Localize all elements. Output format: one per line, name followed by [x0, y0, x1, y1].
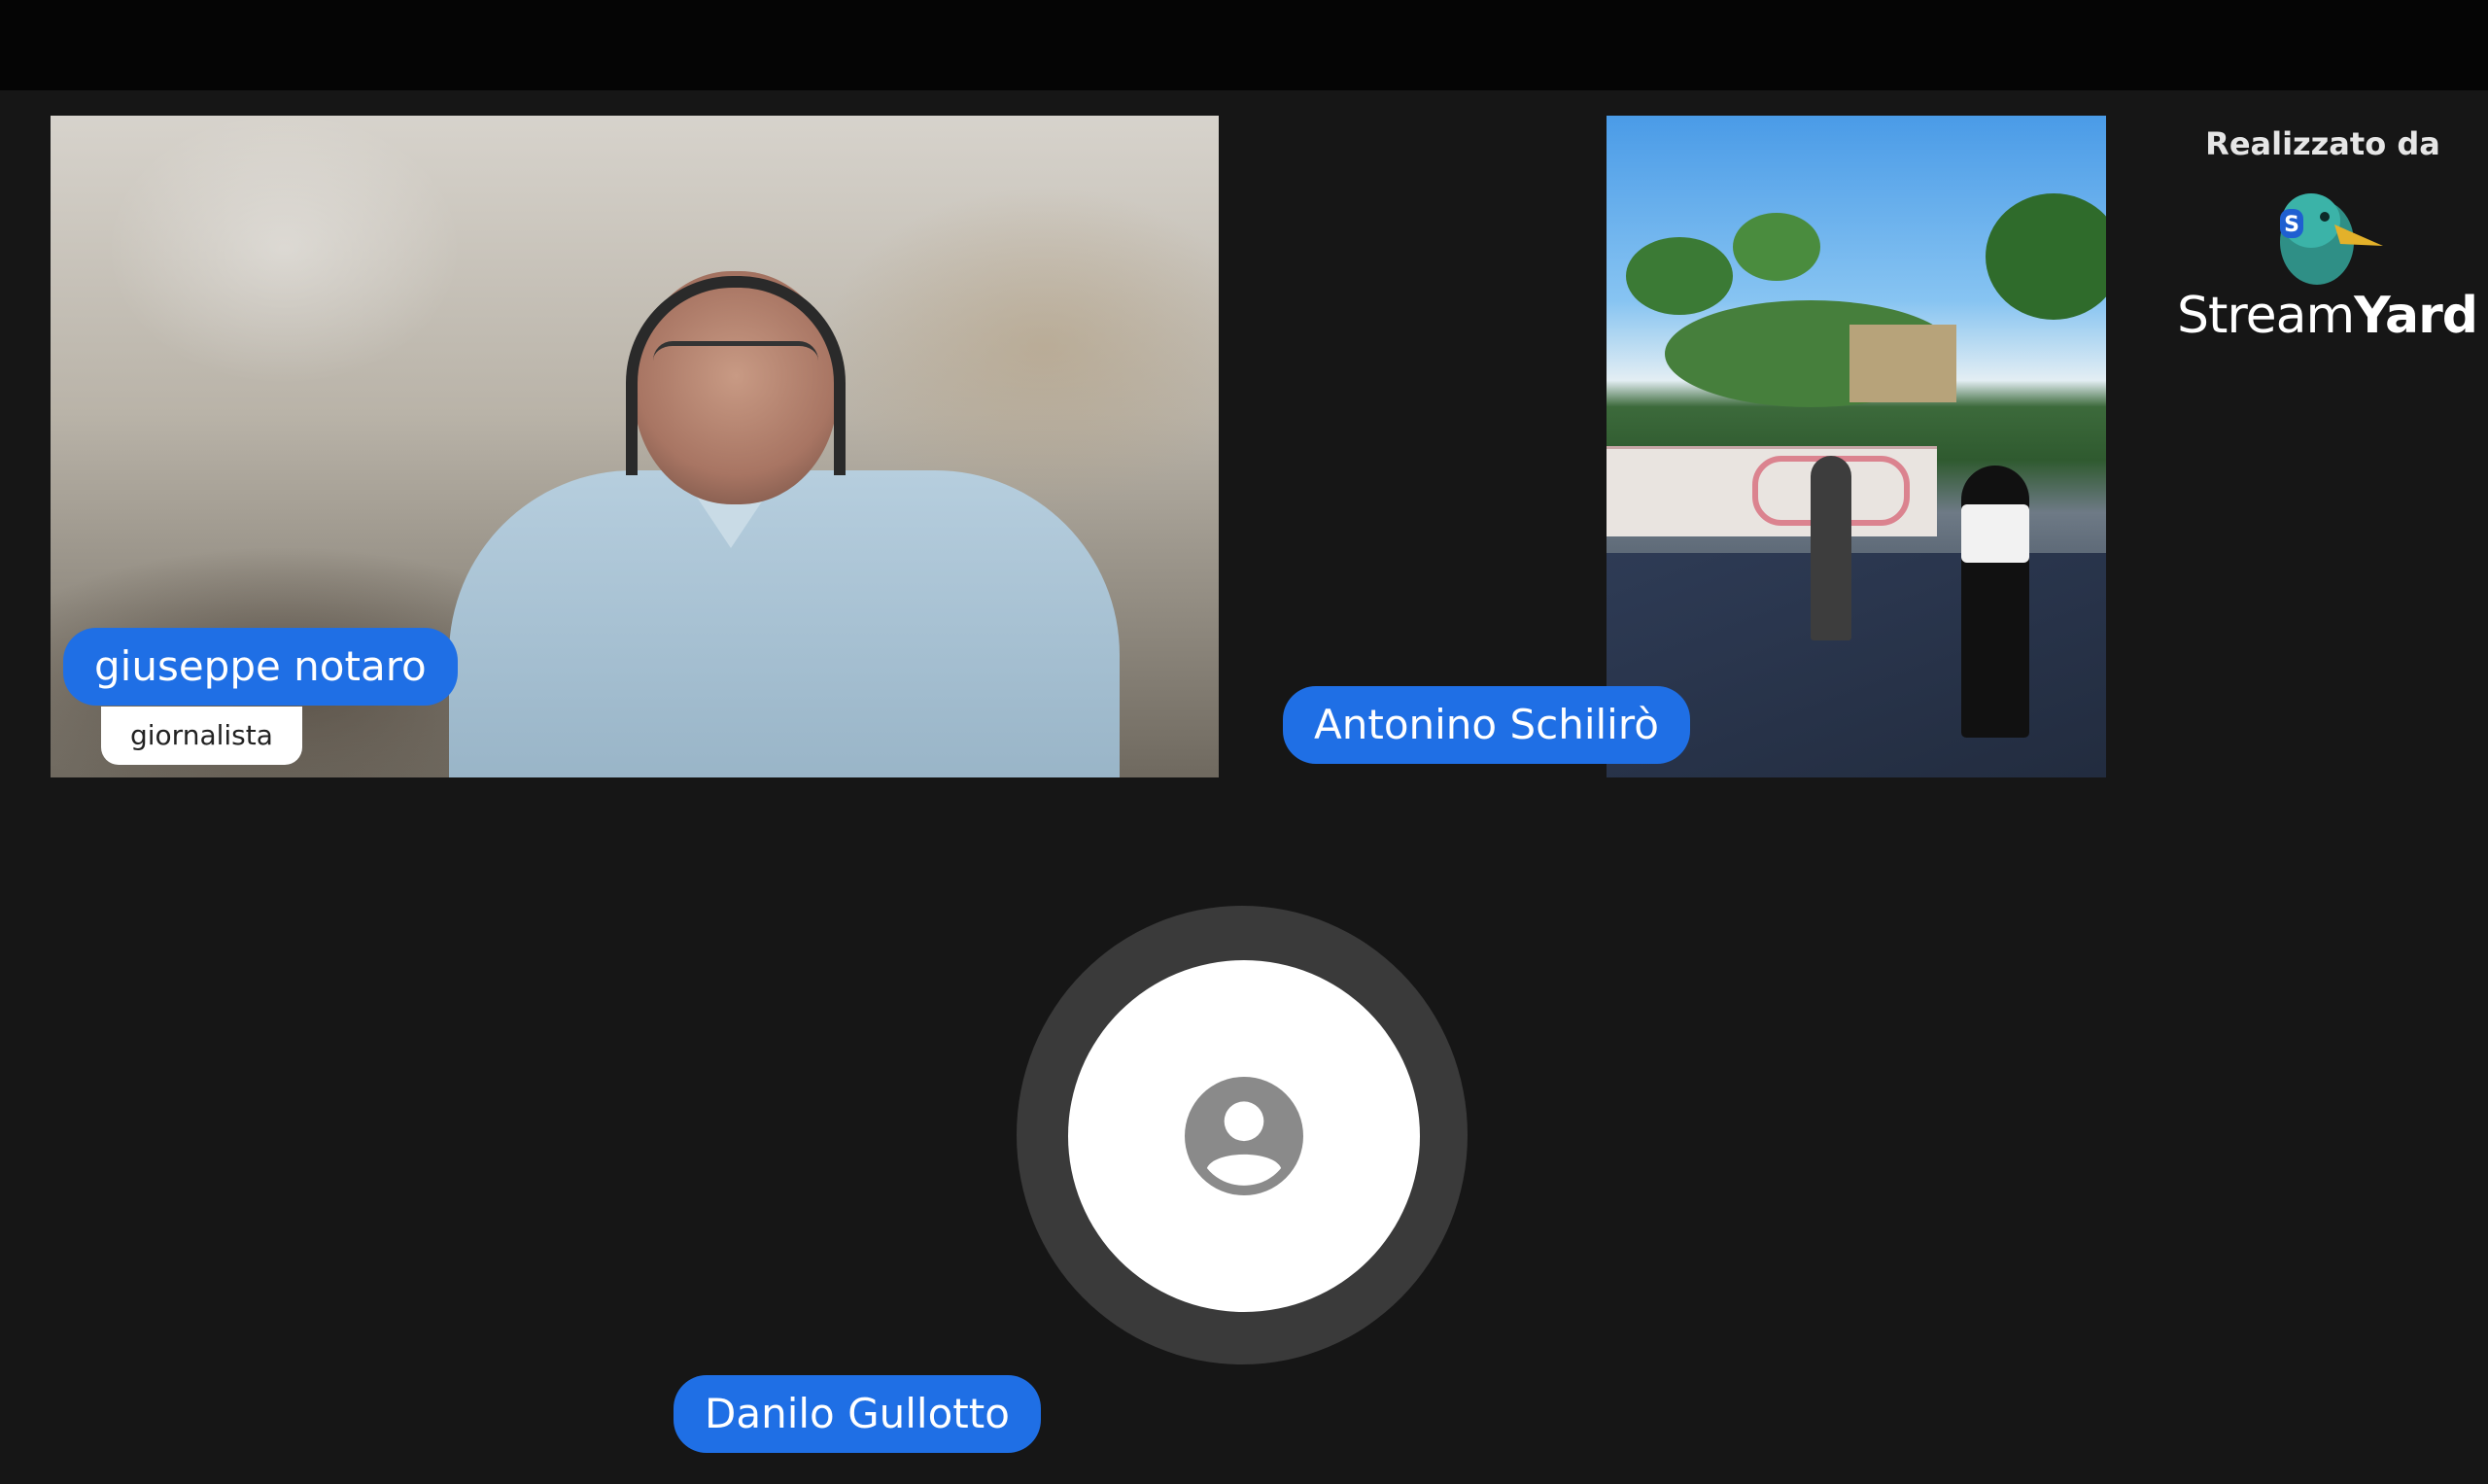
video-building: [1849, 325, 1956, 402]
video-person: [1811, 456, 1851, 640]
brand-caption: Realizzato da: [2205, 125, 2440, 162]
video-tree: [1626, 237, 1733, 315]
participant-role-label: giornalista: [101, 707, 302, 765]
participant-name-label: giuseppe notaro: [63, 628, 458, 706]
participant-name-label: Antonino Schilirò: [1283, 686, 1690, 764]
brand-name-suffix: Yard: [2354, 287, 2478, 345]
video-person-shirt: [1961, 504, 2029, 563]
brand-name: StreamYard: [2177, 287, 2478, 345]
streamyard-branding: Realizzato da S StreamYard: [2177, 121, 2478, 355]
svg-text:S: S: [2284, 213, 2299, 237]
participant-video-tile-antonino: [1607, 116, 2106, 777]
user-placeholder-icon: [1185, 1077, 1303, 1195]
video-glasses: [653, 341, 818, 379]
brand-name-prefix: Stream: [2177, 287, 2355, 345]
video-tree: [1986, 193, 2106, 320]
streamyard-duck-icon: S: [2280, 193, 2383, 285]
participant-name-label: Danilo Gullotto: [674, 1375, 1041, 1453]
video-person-body: [449, 470, 1120, 777]
video-tree: [1733, 213, 1820, 281]
top-bar: [0, 0, 2488, 90]
